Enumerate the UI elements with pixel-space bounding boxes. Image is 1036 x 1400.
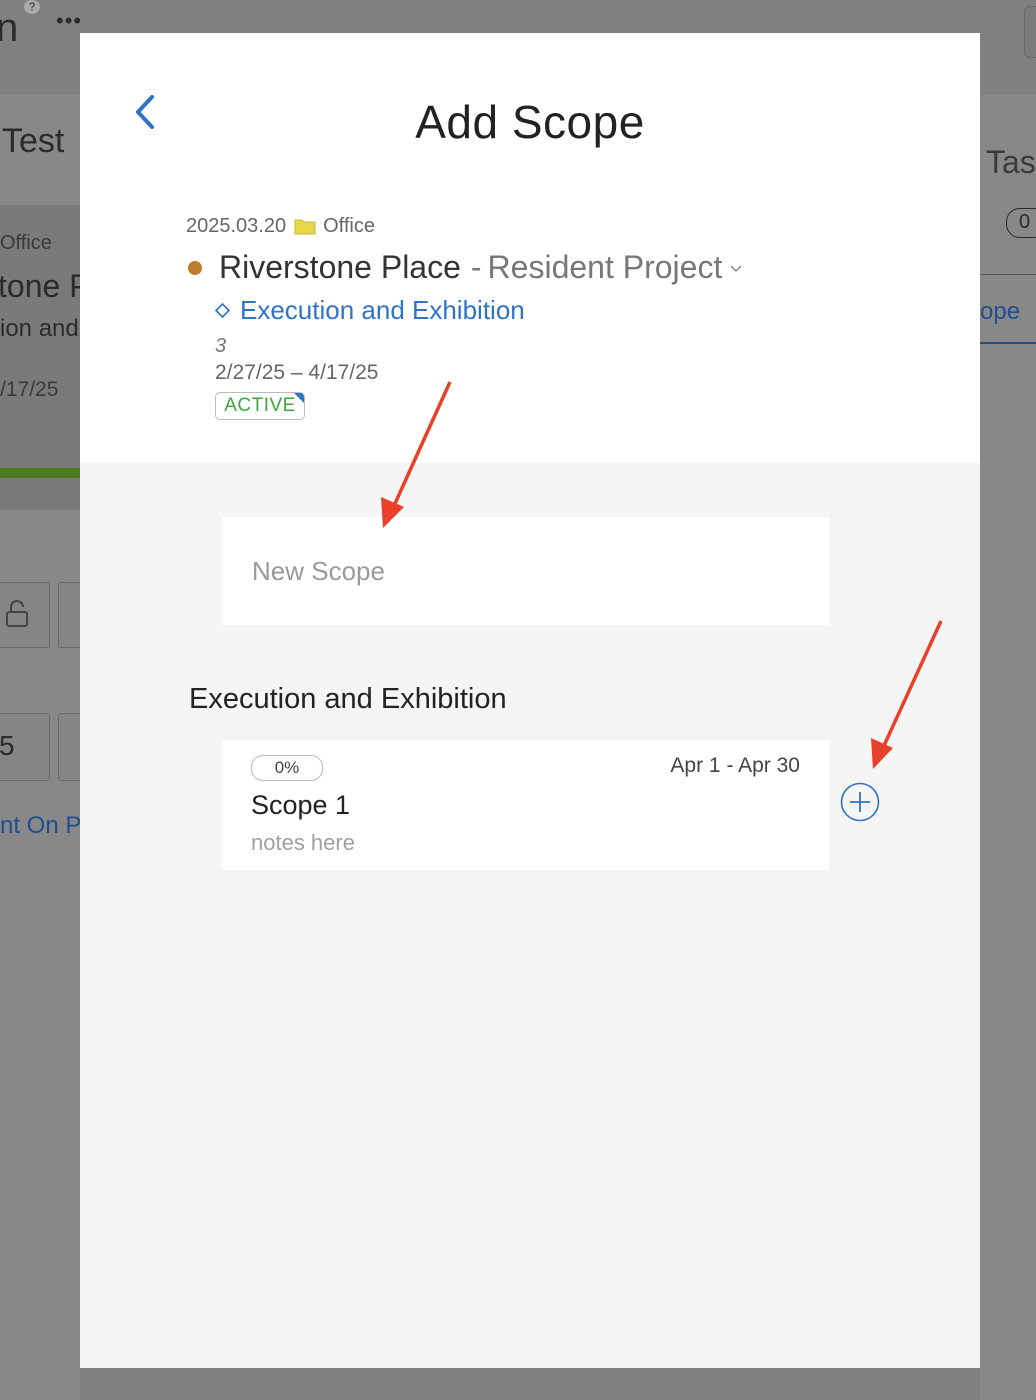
modal-header-panel: Add Scope 2025.03.20 Office Riverstone P…: [80, 33, 980, 463]
project-folder: Office: [323, 215, 375, 237]
background-phase-fragment: ion and: [0, 315, 79, 342]
status-badge: ACTIVE: [215, 392, 305, 420]
background-number-box: 5: [0, 713, 50, 781]
background-link-fragment: nt On P: [0, 812, 82, 839]
project-count: 3: [215, 335, 227, 357]
background-lock-box: [0, 582, 50, 648]
background-number: 5: [0, 730, 15, 761]
modal-title: Add Scope: [415, 96, 645, 148]
project-date: 2025.03.20: [186, 215, 287, 237]
project-status-dot: [188, 260, 202, 275]
plus-circle-icon: [840, 782, 880, 822]
background-office-label: Office: [0, 232, 52, 254]
scope-dates: Apr 1 - Apr 30: [670, 754, 800, 777]
background-scope-tab-fragment: ope: [980, 298, 1021, 325]
background-count-badge: 0: [1006, 208, 1036, 238]
project-separator: -: [470, 249, 482, 285]
background-divider: [980, 274, 1036, 275]
background-date-fragment: /17/25: [0, 378, 59, 401]
section-heading: Execution and Exhibition: [189, 683, 507, 715]
background-tab-underline: [980, 342, 1036, 344]
chevron-down-icon[interactable]: [730, 263, 742, 273]
background-count: 0: [1019, 211, 1031, 233]
scope-notes: notes here: [251, 830, 355, 855]
background-top-right-button: [1024, 6, 1036, 58]
scope-title: Scope 1: [251, 790, 351, 820]
project-name: Riverstone Place: [219, 249, 461, 285]
scope-card[interactable]: 0% Apr 1 - Apr 30 Scope 1 notes here: [222, 740, 829, 870]
background-title-fragment: n: [0, 6, 19, 50]
background-progress-bar: [0, 468, 80, 478]
scope-progress-pill: 0%: [251, 755, 323, 781]
project-title-row[interactable]: Riverstone Place - Resident Project: [188, 249, 742, 286]
lock-open-icon: [6, 600, 28, 627]
badge-corner-marker: [294, 393, 304, 403]
project-meta: 2025.03.20 Office: [186, 215, 375, 238]
diamond-icon: [215, 303, 230, 318]
folder-icon: [294, 219, 316, 235]
add-scope-modal: Add Scope 2025.03.20 Office Riverstone P…: [80, 33, 980, 1368]
background-tasks-fragment: Tas: [986, 144, 1036, 180]
project-date-range: 2/27/25 – 4/17/25: [215, 361, 379, 384]
background-test-label: Test: [2, 122, 65, 160]
phase-link[interactable]: Execution and Exhibition: [215, 295, 525, 326]
background-project-fragment: tone P: [0, 268, 91, 304]
new-scope-input[interactable]: [222, 517, 829, 625]
background-more-icon: •••: [56, 8, 83, 33]
phase-label: Execution and Exhibition: [240, 295, 525, 325]
background-help-icon: ?: [24, 0, 40, 14]
status-label: ACTIVE: [224, 395, 296, 416]
background-right-panel: [980, 95, 1036, 1400]
project-subtitle: Resident Project: [487, 249, 723, 285]
add-scope-button[interactable]: [840, 782, 880, 822]
